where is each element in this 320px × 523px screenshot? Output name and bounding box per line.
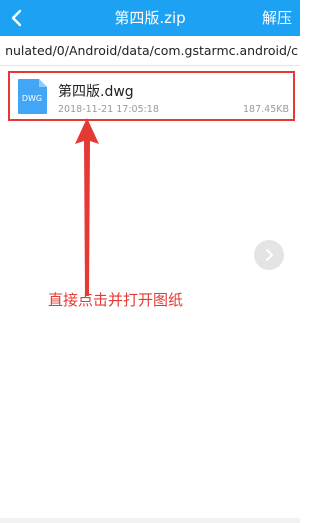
path-text: nulated/0/Android/data/com.gstarmc.andro…	[5, 43, 298, 58]
file-size: 187.45KB	[243, 104, 289, 115]
file-name: 第四版.dwg	[58, 84, 134, 100]
annotation-text: 直接点击并打开图纸	[48, 291, 184, 309]
chevron-right-icon	[266, 249, 273, 261]
annotation-arrow	[75, 118, 99, 296]
path-breadcrumb[interactable]: nulated/0/Android/data/com.gstarmc.andro…	[0, 36, 300, 66]
dwg-icon-label: DWG	[22, 94, 42, 103]
top-app-bar: 第四版.zip 解压	[0, 0, 300, 36]
dwg-file-icon: DWG	[18, 79, 47, 114]
bottom-divider	[0, 518, 300, 523]
page-title: 第四版.zip	[114, 9, 186, 27]
file-date: 2018-11-21 17:05:18	[58, 104, 159, 115]
file-list-item[interactable]: DWG 第四版.dwg 2018-11-21 17:05:18 187.45KB	[8, 71, 295, 121]
side-scroll-button[interactable]	[254, 240, 284, 270]
extract-button[interactable]: 解压	[262, 0, 292, 36]
